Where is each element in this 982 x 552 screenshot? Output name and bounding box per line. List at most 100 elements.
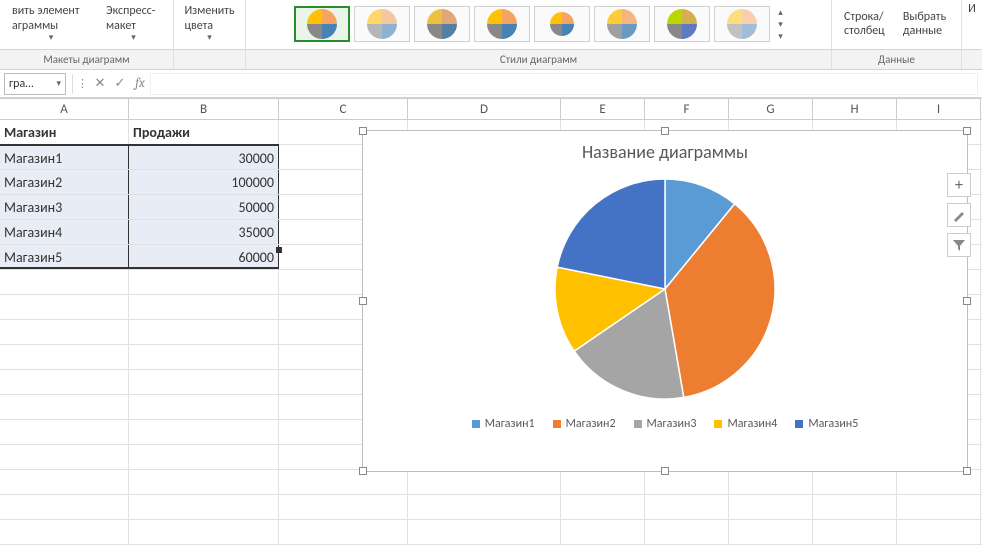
cell[interactable]: [561, 470, 645, 494]
spreadsheet-grid[interactable]: A B C D E F G H I МагазинПродажиМагазин1…: [0, 98, 982, 552]
cell[interactable]: [0, 320, 129, 344]
cell[interactable]: [729, 520, 813, 544]
cell[interactable]: [645, 495, 729, 519]
col-header-i[interactable]: I: [897, 98, 981, 119]
chart-legend[interactable]: Магазин1 Магазин2 Магазин3 Магазин4 Магазин5: [363, 409, 967, 441]
col-header-e[interactable]: E: [561, 98, 645, 119]
cell[interactable]: [279, 520, 408, 544]
switch-row-column-button[interactable]: Строка/ столбец: [840, 8, 893, 41]
cell[interactable]: [279, 470, 408, 494]
cell[interactable]: [408, 495, 561, 519]
cell[interactable]: 50000: [129, 195, 279, 219]
cell[interactable]: [0, 370, 129, 394]
cell[interactable]: [729, 470, 813, 494]
selection-fill-handle[interactable]: [276, 247, 282, 253]
cell[interactable]: [0, 445, 129, 469]
cell[interactable]: [129, 370, 279, 394]
cell[interactable]: [129, 445, 279, 469]
cell[interactable]: 100000: [129, 170, 279, 194]
select-data-button[interactable]: Выбрать данные: [899, 8, 953, 41]
resize-handle[interactable]: [359, 297, 367, 305]
cell[interactable]: [279, 495, 408, 519]
cell[interactable]: [0, 295, 129, 319]
cell[interactable]: 30000: [129, 144, 279, 169]
col-header-g[interactable]: G: [729, 98, 813, 119]
cancel-button[interactable]: ✕: [90, 74, 110, 94]
legend-item[interactable]: Магазин2: [553, 417, 616, 431]
cell[interactable]: [129, 320, 279, 344]
cell[interactable]: [129, 345, 279, 369]
cell[interactable]: Магазин: [0, 120, 129, 144]
resize-handle[interactable]: [661, 467, 669, 475]
chart-title[interactable]: Название диаграммы: [363, 131, 967, 169]
insert-function-button[interactable]: fx: [130, 74, 150, 94]
chart-filter-button[interactable]: [947, 233, 971, 257]
name-box[interactable]: гра…▾: [4, 73, 66, 95]
resize-handle[interactable]: [359, 467, 367, 475]
chart-style-6[interactable]: [594, 6, 650, 42]
resize-handle[interactable]: [963, 127, 971, 135]
chart-style-1[interactable]: [294, 6, 350, 42]
chart-styles-button[interactable]: [947, 203, 971, 227]
cell[interactable]: [129, 295, 279, 319]
cell[interactable]: 35000: [129, 220, 279, 244]
cell[interactable]: Магазин3: [0, 195, 129, 219]
resize-handle[interactable]: [963, 297, 971, 305]
cell[interactable]: Магазин5: [0, 245, 129, 269]
cell[interactable]: 60000: [129, 245, 279, 269]
col-header-b[interactable]: B: [129, 98, 279, 119]
cell[interactable]: [897, 495, 981, 519]
cell[interactable]: [129, 420, 279, 444]
cell[interactable]: [561, 495, 645, 519]
quick-layout-button[interactable]: Экспресс- макет▾: [102, 2, 165, 46]
legend-item[interactable]: Магазин3: [634, 417, 697, 431]
chart-elements-button[interactable]: +: [947, 173, 971, 197]
col-header-c[interactable]: C: [279, 98, 408, 119]
cell[interactable]: [813, 520, 897, 544]
cell[interactable]: [729, 495, 813, 519]
chart-style-more[interactable]: ▾: [778, 31, 783, 42]
cell[interactable]: [129, 270, 279, 294]
pie-chart[interactable]: [545, 169, 785, 409]
resize-handle[interactable]: [359, 127, 367, 135]
cell[interactable]: [0, 270, 129, 294]
cell[interactable]: [408, 470, 561, 494]
cell[interactable]: [0, 520, 129, 544]
cell[interactable]: [0, 395, 129, 419]
cell[interactable]: [813, 470, 897, 494]
enter-button[interactable]: ✓: [110, 74, 130, 94]
add-chart-element-button[interactable]: вить элемент аграммы▾: [8, 2, 94, 46]
cell[interactable]: [0, 345, 129, 369]
cell[interactable]: [813, 495, 897, 519]
chart-style-8[interactable]: [714, 6, 770, 42]
cell[interactable]: [129, 395, 279, 419]
cell[interactable]: [0, 420, 129, 444]
cell[interactable]: Магазин4: [0, 220, 129, 244]
resize-handle[interactable]: [661, 127, 669, 135]
cell[interactable]: [561, 520, 645, 544]
cell[interactable]: [645, 520, 729, 544]
cell[interactable]: Магазин2: [0, 170, 129, 194]
cell[interactable]: [408, 520, 561, 544]
legend-item[interactable]: Магазин4: [714, 417, 777, 431]
formula-input[interactable]: [150, 73, 978, 95]
col-header-a[interactable]: A: [0, 98, 129, 119]
resize-handle[interactable]: [963, 467, 971, 475]
cell[interactable]: [129, 470, 279, 494]
legend-item[interactable]: Магазин5: [795, 417, 858, 431]
cell[interactable]: [129, 495, 279, 519]
col-header-h[interactable]: H: [813, 98, 897, 119]
chart-style-2[interactable]: [354, 6, 410, 42]
chart-style-down[interactable]: ▾: [778, 19, 783, 30]
chart-style-7[interactable]: [654, 6, 710, 42]
chart-plot-area[interactable]: [363, 169, 967, 409]
cell[interactable]: Продажи: [129, 120, 279, 144]
col-header-f[interactable]: F: [645, 98, 729, 119]
cell[interactable]: [0, 495, 129, 519]
chart-style-up[interactable]: ▴: [778, 7, 783, 18]
legend-item[interactable]: Магазин1: [472, 417, 535, 431]
cell[interactable]: [645, 470, 729, 494]
chart-style-4[interactable]: [474, 6, 530, 42]
chart-style-5[interactable]: [534, 6, 590, 42]
change-colors-button[interactable]: Изменить цвета▾: [180, 0, 238, 48]
